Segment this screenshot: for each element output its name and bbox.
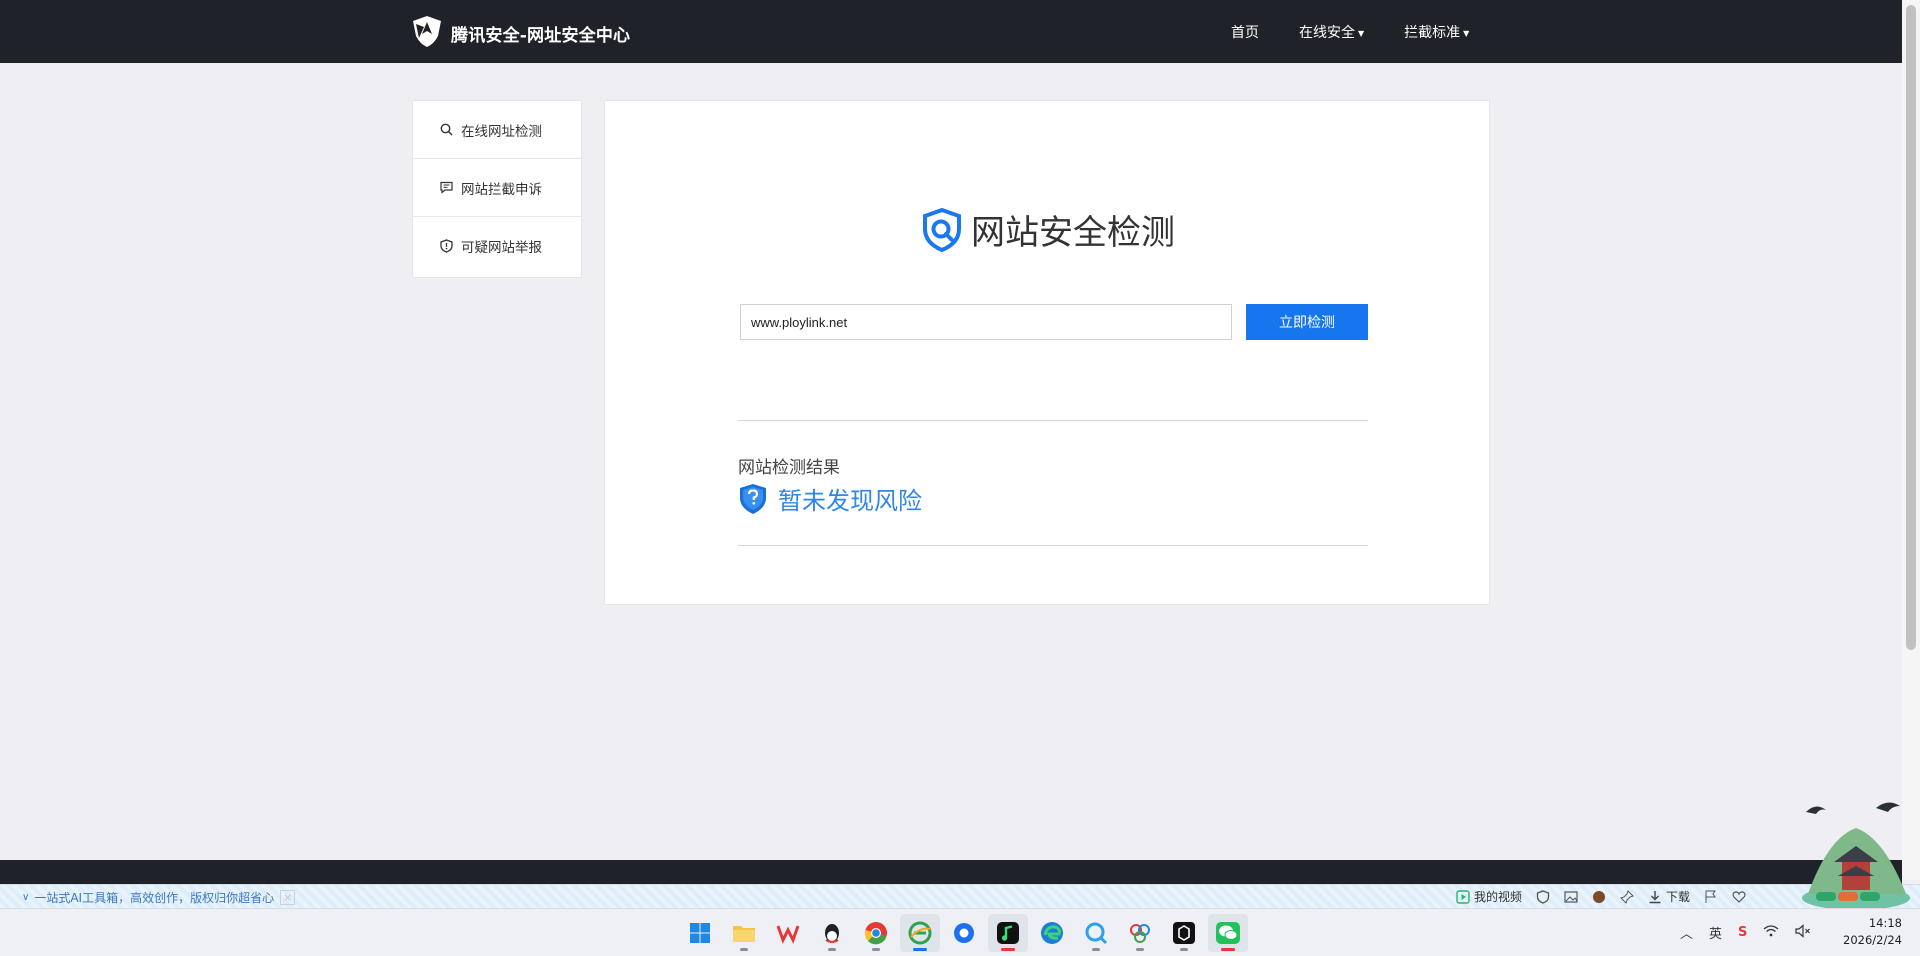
- security-scan-logo-icon: [923, 207, 961, 252]
- running-indicator: [1136, 948, 1144, 951]
- clock-date: 2026/2/24: [1843, 933, 1902, 947]
- status-tools: 我的视频 下载: [1456, 888, 1760, 905]
- hero: 网站安全检测: [919, 205, 1175, 254]
- nav-block-standards[interactable]: 拦截标准 ▼: [1404, 22, 1469, 42]
- running-indicator: [1180, 948, 1188, 951]
- running-indicator: [828, 948, 836, 951]
- check-now-button[interactable]: 立即检测: [1246, 304, 1368, 340]
- safe-shield-icon: [740, 483, 766, 514]
- scrollbar-thumb[interactable]: [1906, 5, 1916, 650]
- wps-icon[interactable]: [768, 914, 808, 952]
- caret-down-icon: ▼: [1358, 29, 1365, 38]
- flag-icon[interactable]: [1704, 890, 1718, 904]
- promo-text: 一站式AI工具箱，高效创作，版权归你超省心: [34, 891, 275, 905]
- ime-icon[interactable]: S: [1738, 925, 1747, 940]
- chevron-up-icon[interactable]: ︿: [1680, 923, 1693, 942]
- divider: [738, 420, 1368, 421]
- extension-icon[interactable]: [1592, 890, 1606, 904]
- top-navigation-bar: 腾讯安全-网址安全中心 首页 在线安全 ▼ 拦截标准 ▼: [0, 0, 1902, 63]
- my-videos-label: 我的视频: [1474, 890, 1523, 904]
- browser-status-bar: ∨ 一站式AI工具箱，高效创作，版权归你超省心 × 我的视频 下载: [0, 884, 1920, 908]
- taskbar-apps: [680, 914, 1252, 952]
- caret-down-icon: ▼: [1463, 29, 1470, 38]
- search-app-icon[interactable]: [1076, 914, 1116, 952]
- active-indicator: [1221, 948, 1235, 951]
- pagoda-mascot-icon: [1798, 798, 1916, 914]
- message-icon: [440, 181, 453, 194]
- clock[interactable]: 14:18 2026/2/24: [1840, 915, 1902, 949]
- video-play-icon: [1456, 889, 1470, 904]
- chevron-down-icon: ∨: [22, 892, 30, 903]
- chrome-icon[interactable]: [856, 914, 896, 952]
- file-explorer-icon[interactable]: [724, 914, 764, 952]
- nav-home[interactable]: 首页: [1231, 22, 1259, 42]
- windows-taskbar: ︿ 英 S 14:18 2026/2/24: [0, 908, 1920, 956]
- bubble-app-icon[interactable]: [944, 914, 984, 952]
- result-label: 网站检测结果: [738, 458, 840, 478]
- wechat-icon[interactable]: [1208, 914, 1248, 952]
- nav-links: 首页 在线安全 ▼ 拦截标准 ▼: [1231, 22, 1509, 42]
- result-status-text: 暂未发现风险: [778, 487, 922, 515]
- footer-band: [0, 860, 1902, 884]
- nav-online-security-label: 在线安全: [1299, 25, 1355, 41]
- sidebar-item-appeal[interactable]: 网站拦截申诉: [413, 159, 581, 217]
- sidebar-item-url-check[interactable]: 在线网址检测: [413, 101, 581, 159]
- download-button[interactable]: 下载: [1648, 888, 1690, 905]
- windows-start-icon[interactable]: [680, 914, 720, 952]
- url-input[interactable]: [740, 304, 1232, 340]
- music-app-icon[interactable]: [988, 914, 1028, 952]
- promo-link[interactable]: ∨ 一站式AI工具箱，高效创作，版权归你超省心 ×: [22, 889, 296, 906]
- main-card: 网站安全检测 立即检测 网站检测结果 暂未发现风险: [604, 100, 1490, 605]
- download-icon: [1649, 890, 1661, 903]
- running-indicator: [1092, 948, 1100, 951]
- volume-muted-icon[interactable]: [1795, 923, 1811, 942]
- browser-icon[interactable]: [900, 914, 940, 952]
- cloud-app-icon[interactable]: [1120, 914, 1160, 952]
- brand-title: 腾讯安全-网址安全中心: [451, 25, 631, 46]
- sidebar-item-label: 网站拦截申诉: [461, 181, 542, 198]
- divider: [738, 545, 1368, 546]
- sidebar: 在线网址检测 网站拦截申诉 可疑网站举报: [412, 100, 582, 278]
- page-scrollbar[interactable]: [1902, 0, 1920, 880]
- shield-icon: [440, 239, 453, 253]
- sidebar-item-label: 在线网址检测: [461, 123, 542, 140]
- running-indicator: [740, 948, 748, 951]
- nav-online-security[interactable]: 在线安全 ▼: [1299, 22, 1364, 42]
- running-indicator: [872, 948, 880, 951]
- brand[interactable]: 腾讯安全-网址安全中心: [410, 14, 630, 52]
- search-icon: [440, 123, 453, 136]
- close-icon[interactable]: ×: [280, 890, 296, 905]
- active-indicator: [1001, 948, 1015, 951]
- sidebar-item-report[interactable]: 可疑网站举报: [413, 217, 581, 275]
- edge-icon[interactable]: [1032, 914, 1072, 952]
- qq-icon[interactable]: [812, 914, 852, 952]
- input-lang-indicator[interactable]: 英: [1709, 923, 1722, 942]
- tencent-security-logo-icon: [410, 14, 444, 52]
- active-indicator: [913, 948, 927, 951]
- sidebar-item-label: 可疑网站举报: [461, 240, 542, 256]
- nav-home-label: 首页: [1231, 25, 1259, 41]
- shield-tool-icon[interactable]: [1536, 889, 1550, 904]
- nav-block-standards-label: 拦截标准: [1404, 25, 1461, 41]
- page-title: 网站安全检测: [971, 213, 1175, 253]
- pin-icon[interactable]: [1620, 889, 1634, 904]
- heart-icon[interactable]: [1732, 890, 1746, 904]
- clock-time: 14:18: [1868, 916, 1902, 930]
- image-icon[interactable]: [1564, 890, 1578, 904]
- wifi-icon[interactable]: [1763, 924, 1779, 941]
- system-tray: ︿ 英 S: [1680, 923, 1827, 942]
- result-status: 暂未发现风险: [738, 481, 922, 516]
- terminal-app-icon[interactable]: [1164, 914, 1204, 952]
- download-label: 下载: [1666, 890, 1691, 904]
- my-videos-button[interactable]: 我的视频: [1456, 888, 1522, 905]
